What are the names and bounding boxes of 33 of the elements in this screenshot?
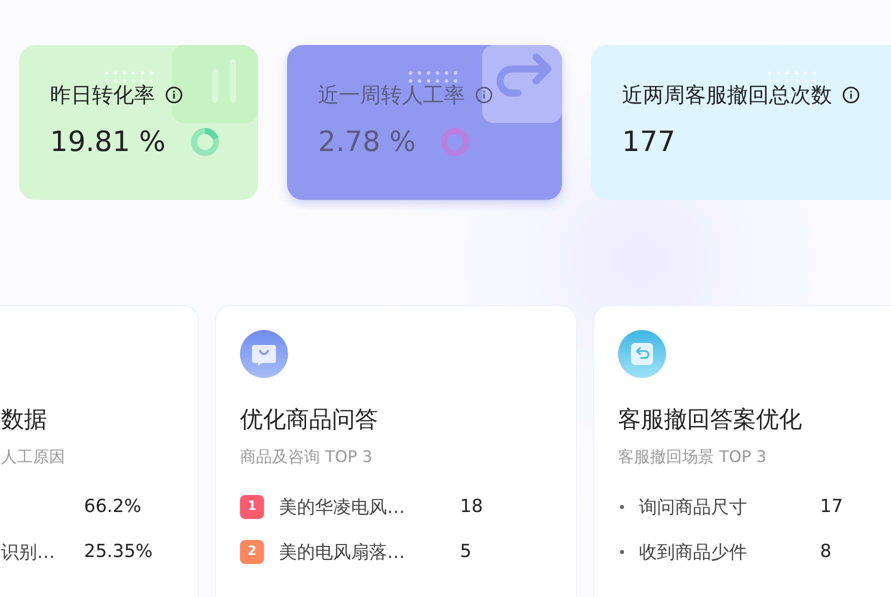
item-value: 18 xyxy=(460,496,483,517)
rank-badge: 1 xyxy=(240,494,264,518)
panel-subtitle: 客服撤回场景 TOP 3 xyxy=(618,447,766,466)
panel-title: 数据 xyxy=(1,407,47,433)
stat-value: 177 xyxy=(622,125,676,158)
item-value: 8 xyxy=(820,541,832,562)
undo-icon xyxy=(618,330,666,378)
panel-subtitle: 人工原因 xyxy=(1,447,65,466)
info-icon[interactable] xyxy=(165,86,183,104)
item-value: 25.35% xyxy=(84,541,153,562)
bullet-dot xyxy=(620,504,624,508)
item-label: 识别… xyxy=(1,542,55,562)
item-value: 66.2% xyxy=(84,496,142,517)
shopping-bag-icon xyxy=(240,330,288,378)
item-label: 询问商品尺寸 xyxy=(639,496,747,518)
item-label: 美的电风扇落… xyxy=(279,542,405,562)
info-icon[interactable] xyxy=(842,86,860,104)
item-value: 5 xyxy=(460,541,472,562)
progress-ring xyxy=(440,126,470,156)
stat-title: 昨日转化率 xyxy=(50,82,155,109)
stat-value: 2.78 % xyxy=(318,125,416,158)
stat-value: 19.81 % xyxy=(50,125,166,158)
stat-title: 近两周客服撤回总次数 xyxy=(622,82,832,109)
rank-badge: 2 xyxy=(240,540,264,564)
item-label: 收到商品少件 xyxy=(639,542,747,562)
progress-ring xyxy=(190,126,220,156)
panel-title: 优化商品问答 xyxy=(240,407,378,433)
item-label: 美的华凌电风… xyxy=(279,496,405,518)
item-value: 17 xyxy=(820,496,843,517)
stat-title: 近一周转人工率 xyxy=(318,82,465,109)
panel-subtitle: 商品及咨询 TOP 3 xyxy=(240,447,372,466)
panel-title: 客服撤回答案优化 xyxy=(618,407,802,433)
bullet-dot xyxy=(620,550,624,554)
